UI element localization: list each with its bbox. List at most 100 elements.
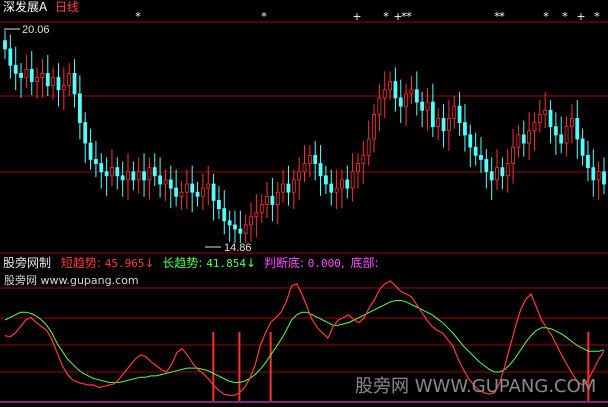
indicator-header: 股旁网制 短趋势: 45.965↓ 长趋势: 41.854↓ 判断底: 0.00… [3,256,379,271]
candle-body [511,146,515,164]
candle-body [152,167,157,177]
candle-body [217,199,221,209]
candle-body [596,171,601,181]
candle-body [420,101,425,111]
indicator-title[interactable]: 股旁网制 [3,256,51,270]
candle-body [553,126,558,136]
candle-body [190,183,195,193]
candle-body [238,228,243,234]
long-trend-name: 长趋势 [162,256,199,270]
candle-body [441,118,446,132]
candle-body [291,179,296,193]
candle-body [13,64,18,74]
kline-chart-stage[interactable]: * * + * +* * * * * * + * 20.06 14.86 股旁网 WWW.GUPANG… [0,0,608,407]
candle-body [179,191,184,197]
candle-body [602,171,606,185]
candle-body [184,183,189,193]
candle-body [286,183,291,193]
candle-body [527,130,532,144]
stock-name[interactable]: 深发展A [3,0,47,14]
candle-body [361,154,366,164]
candle-body [356,163,360,173]
candle-body [281,183,286,193]
candle-body [473,146,478,156]
candle-body [56,77,61,91]
short-trend-readout: 短趋势: 45.965↓ [60,256,155,270]
candle-body [115,167,120,177]
candle-body [168,179,173,189]
period-label[interactable]: 日线 [55,0,79,14]
candle-body [249,216,253,226]
candle-body [254,212,259,218]
candle-body [40,73,45,78]
signal-marker: * [406,10,412,23]
candle-body [72,73,77,95]
candle-body [580,138,585,156]
candle-body [548,109,553,128]
candle-body [350,171,355,189]
candle-body [345,179,350,189]
candle-body [163,179,168,185]
signal-marker: * [261,10,267,23]
short-trend-value: 45.965 [104,257,145,270]
watermark-small: 股旁网 www.gupang.com [4,273,139,287]
candle-body [505,163,510,177]
candle-body [521,134,526,144]
candle-body [131,171,136,181]
candle-body [259,204,264,214]
candle-body [414,89,419,103]
candle-body [147,167,152,181]
candle-body [206,183,211,189]
short-trend-name: 短趋势 [60,256,97,270]
candle-body [302,163,307,173]
candle-body [340,179,344,189]
candle-body [19,73,23,78]
candle-body [35,77,39,83]
candle-body [532,122,537,132]
candle-body [452,105,457,119]
candle-body [382,89,387,99]
candle-body [372,113,376,140]
signal-marker: * [594,10,600,23]
bottom-readout: 底部: [350,256,379,270]
candle-body [409,89,414,95]
candle-body [329,183,334,193]
candle-body [575,118,580,140]
candle-body [174,187,179,197]
candle-body [334,187,339,193]
signal-marker: * [562,10,568,23]
candle-body [195,191,200,197]
candle-body [463,122,467,136]
signal-marker: + [352,10,361,23]
candle-body [136,171,141,181]
candle-body [275,191,280,205]
chart-header: 深发展A 日线 [3,0,79,14]
candle-body [142,171,146,181]
candle-body [104,171,109,177]
bottom-name: 底部 [350,256,375,270]
candle-body [537,113,542,123]
candle-body [457,105,462,123]
candle-body [45,73,50,87]
candle-body [227,220,232,226]
candle-body [495,167,499,181]
signal-marker: + [576,10,585,23]
candle-body [500,167,505,177]
candle-body [318,163,323,177]
signal-marker: * [543,10,549,23]
candle-body [586,154,590,169]
long-trend-readout: 长趋势: 41.854↓ [162,256,257,270]
candle-body [425,101,430,111]
bottom-judge-readout: 判断底: 0.000, [263,256,349,270]
bottom-judge-value: 0.000 [307,257,341,270]
candle-body [51,77,56,87]
candle-body [313,154,318,164]
long-trend-arrow: ↓ [245,256,257,270]
candle-body [211,183,216,201]
candle-body [484,159,489,173]
candle-body [297,171,302,181]
candle-body [323,175,328,185]
candle-body [158,175,162,185]
candle-body [468,134,473,148]
candle-body [366,138,371,156]
